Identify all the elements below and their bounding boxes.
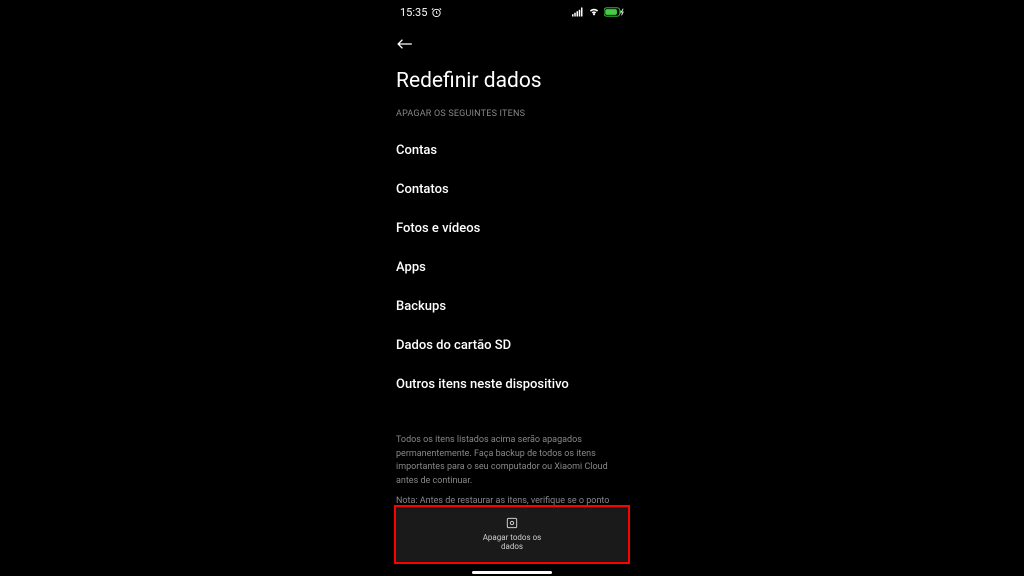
list-item: Dados do cartão SD <box>396 326 628 365</box>
arrow-left-icon <box>396 38 414 50</box>
phone-screen: 15:35 <box>382 0 642 576</box>
signal-icon <box>572 7 584 17</box>
home-indicator[interactable] <box>472 571 552 574</box>
status-right <box>572 7 624 17</box>
list-item: Fotos e vídeos <box>396 209 628 248</box>
erase-all-label: Apagar todos os dados <box>477 533 547 552</box>
bottom-button-highlight: Apagar todos os dados <box>394 505 630 564</box>
status-time: 15:35 <box>400 6 427 19</box>
list-item: Apps <box>396 248 628 287</box>
battery-icon <box>604 7 624 17</box>
alarm-icon <box>431 7 442 18</box>
status-bar: 15:35 <box>382 0 642 24</box>
status-left: 15:35 <box>400 6 442 19</box>
list-items: Contas Contatos Fotos e vídeos Apps Back… <box>382 131 642 404</box>
reset-icon <box>504 515 520 531</box>
description-text: Todos os itens listados acima serão apag… <box>382 404 642 492</box>
section-label: APAGAR OS SEGUINTES ITENS <box>382 109 642 131</box>
erase-all-button[interactable]: Apagar todos os dados <box>396 507 628 562</box>
wifi-icon <box>588 7 600 17</box>
list-item: Backups <box>396 287 628 326</box>
back-button[interactable] <box>382 24 642 61</box>
list-item: Outros itens neste dispositivo <box>396 365 628 404</box>
page-title: Redefinir dados <box>382 61 642 109</box>
list-item: Contas <box>396 131 628 170</box>
list-item: Contatos <box>396 170 628 209</box>
